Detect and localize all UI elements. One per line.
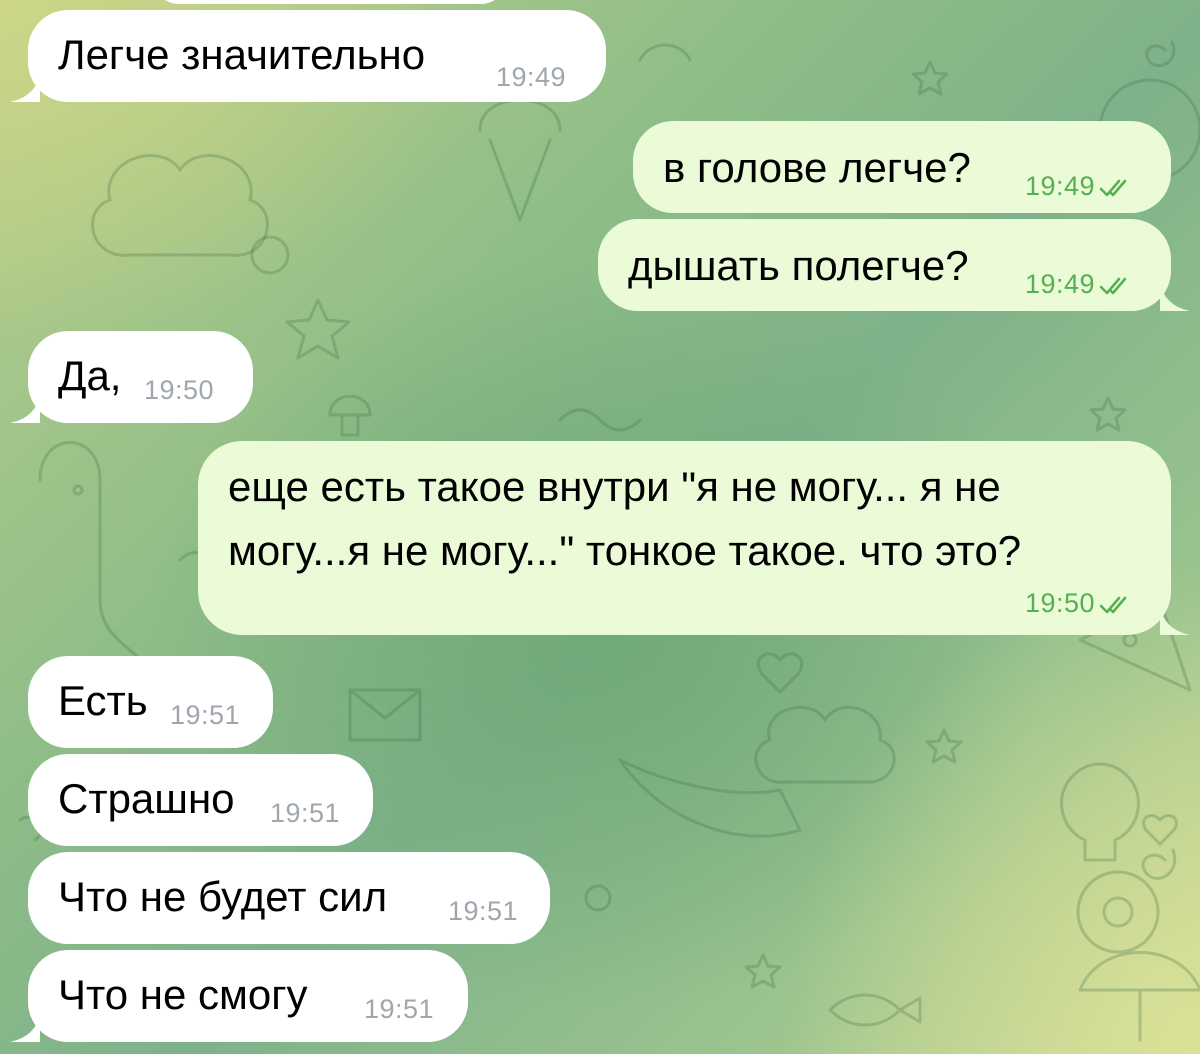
incoming-message[interactable]: Есть 19:51 (28, 656, 273, 748)
double-check-icon (1099, 596, 1127, 614)
message-text: дышать полегче? (628, 242, 969, 289)
cropped-message-edge (150, 0, 510, 4)
message-text: Есть (58, 677, 148, 724)
message-text-line: могу...я не могу..." тонкое такое. что э… (228, 527, 1022, 574)
incoming-message[interactable]: Легче значительно 19:49 (28, 10, 606, 102)
message-text: Страшно (58, 775, 235, 822)
message-text: Да, (58, 352, 122, 399)
incoming-message[interactable]: Что не смогу 19:51 (28, 950, 468, 1042)
incoming-message[interactable]: Страшно 19:51 (28, 754, 373, 846)
message-time: 19:51 (364, 994, 435, 1024)
message-time: 19:51 (170, 700, 241, 730)
message-text-line: еще есть такое внутри "я не могу... я не (228, 463, 1001, 510)
message-time: 19:49 (1025, 171, 1129, 201)
double-check-icon (1099, 277, 1127, 295)
bubble-tail (10, 393, 40, 423)
message-text: Что не смогу (58, 971, 308, 1018)
bubble-tail (1160, 281, 1190, 311)
message-text: в голове легче? (663, 144, 971, 191)
chat-area: Легче значительно 19:49 в голове легче? … (0, 0, 1200, 1054)
outgoing-message[interactable]: дышать полегче? 19:49 (598, 219, 1171, 311)
bubble-tail (10, 1012, 40, 1042)
bubble-tail (1160, 605, 1190, 635)
incoming-message[interactable]: Что не будет сил 19:51 (28, 852, 550, 944)
double-check-icon (1099, 179, 1127, 197)
message-text: Что не будет сил (58, 873, 388, 920)
message-time: 19:50 (1025, 588, 1129, 618)
message-time: 19:50 (144, 375, 215, 405)
message-time: 19:51 (448, 896, 519, 926)
outgoing-message[interactable]: еще есть такое внутри "я не могу... я не… (198, 441, 1171, 635)
message-time: 19:51 (270, 798, 341, 828)
message-text: еще есть такое внутри "я не могу... я не… (228, 455, 1148, 583)
message-time: 19:49 (1025, 269, 1129, 299)
bubble-tail (10, 72, 40, 102)
incoming-message[interactable]: Да, 19:50 (28, 331, 253, 423)
message-time: 19:49 (496, 62, 567, 92)
message-text: Легче значительно (58, 31, 426, 78)
outgoing-message[interactable]: в голове легче? 19:49 (633, 121, 1171, 213)
